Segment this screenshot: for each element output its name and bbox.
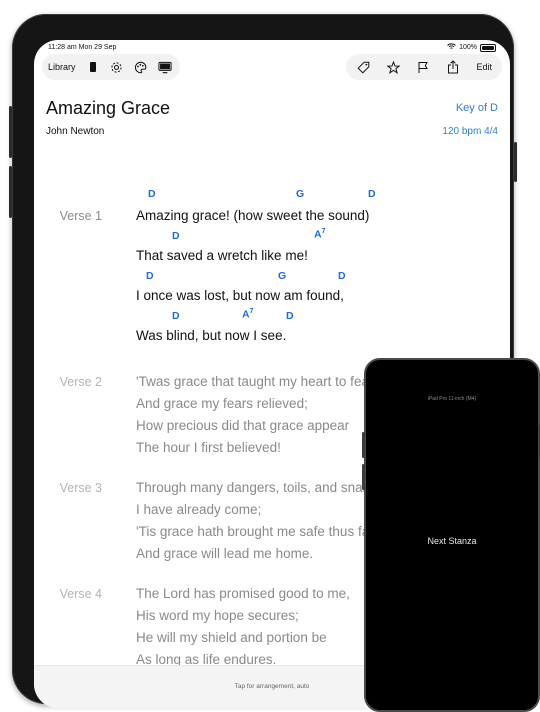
verse-label: Verse 1	[59, 209, 102, 223]
song-title: Amazing Grace	[46, 98, 171, 118]
lyric-line: He will my shield and portion be	[136, 630, 327, 645]
flag-icon[interactable]	[416, 60, 430, 74]
lyric-line: Was blind, but now I see.	[136, 328, 287, 343]
song-key[interactable]: Key of D	[456, 102, 498, 114]
chord: D	[286, 310, 294, 322]
phone-side-button	[362, 432, 365, 458]
palette-icon[interactable]	[134, 60, 148, 74]
star-icon[interactable]	[386, 60, 400, 74]
chord: G	[296, 188, 305, 200]
chord: A7	[314, 228, 326, 241]
chord: D	[338, 270, 346, 282]
battery-percent: 100%	[459, 44, 477, 51]
chord: D	[146, 270, 154, 282]
lyric-line: How precious did that grace appear	[136, 418, 350, 433]
lyric-line: 'Twas grace that taught my heart to fear…	[136, 374, 377, 389]
lyric-line: Amazing grace! (how sweet the sound)	[136, 208, 370, 223]
chord: G	[278, 270, 287, 282]
phone-remote[interactable]: iPad Pro 11-inch (M4) Next Stanza	[362, 358, 540, 712]
lyric-line: And grace will lead me home.	[136, 546, 314, 561]
lyric-line: 'Tis grace hath brought me safe thus far…	[136, 524, 377, 539]
verse-label: Verse 4	[59, 587, 102, 601]
edit-button[interactable]: Edit	[476, 62, 492, 72]
tag-icon[interactable]	[356, 60, 370, 74]
lyric-line: I have already come;	[136, 502, 262, 517]
lyric-line: Through many dangers, toils, and snares,	[136, 480, 386, 495]
chord: D	[172, 230, 180, 242]
chord: D	[148, 188, 156, 200]
settings-icon[interactable]	[110, 60, 124, 74]
verse-label: Verse 2	[59, 375, 102, 389]
verse-label: Verse 3	[59, 481, 102, 495]
share-icon[interactable]	[446, 60, 460, 74]
toolbar-left: Library	[42, 54, 180, 80]
status-time: 11:28 am Mon 29 Sep	[48, 44, 117, 51]
volume-down-button	[9, 166, 12, 218]
lyric-line: That saved a wretch like me!	[136, 248, 308, 263]
chord: A7	[242, 308, 254, 321]
library-button[interactable]: Library	[48, 62, 76, 72]
song-tempo[interactable]: 120 bpm 4/4	[442, 126, 498, 137]
next-stanza-button[interactable]: Next Stanza	[366, 536, 538, 546]
chord: D	[368, 188, 376, 200]
device-icon[interactable]	[86, 60, 100, 74]
lyric-line: The hour I first believed!	[136, 440, 281, 455]
lyric-line: And grace my fears relieved;	[136, 396, 308, 411]
wifi-icon	[447, 43, 456, 52]
toolbar-right: Edit	[346, 54, 502, 80]
phone-model-label: iPad Pro 11-inch (M4)	[427, 396, 477, 402]
lyric-line: His word my hope secures;	[136, 608, 299, 623]
lyric-line: The Lord has promised good to me,	[136, 586, 350, 601]
chord: D	[172, 310, 180, 322]
power-button	[514, 142, 517, 182]
volume-up-button	[9, 106, 12, 158]
song-author: John Newton	[46, 126, 105, 137]
phone-side-button	[362, 464, 365, 490]
battery-icon	[480, 43, 496, 52]
display-icon[interactable]	[157, 60, 172, 74]
lyric-line: I once was lost, but now am found,	[136, 288, 344, 303]
